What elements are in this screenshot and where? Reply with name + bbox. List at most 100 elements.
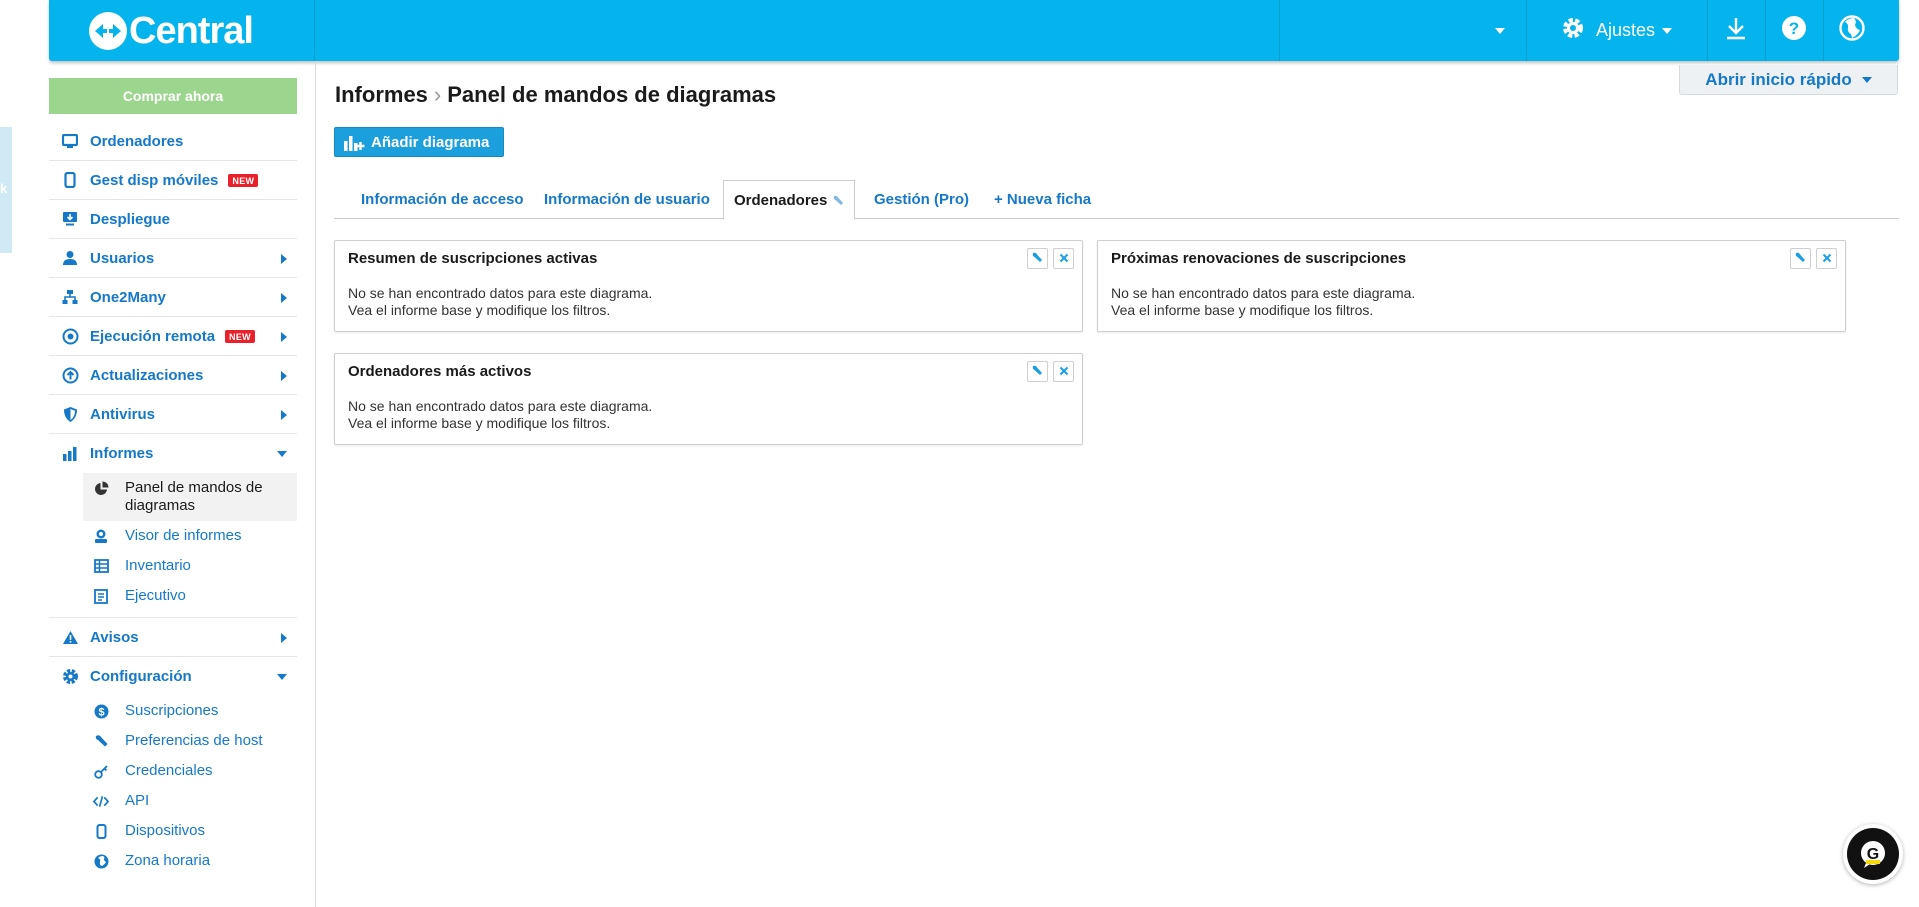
- language-button[interactable]: [1825, 0, 1879, 61]
- sidebar-subitem-api[interactable]: API: [49, 786, 297, 816]
- sidebar-subitem-label: Preferencias de host: [125, 732, 263, 749]
- add-chart-icon: [343, 133, 365, 151]
- svg-text:?: ?: [1789, 19, 1799, 38]
- sidebar-item-actualizaciones[interactable]: Actualizaciones: [49, 356, 297, 395]
- code-icon: [93, 793, 109, 809]
- chart-card-title: Resumen de suscripciones activas: [348, 250, 598, 267]
- sidebar-nav: Ordenadores Gest disp móviles NEW Despli…: [49, 122, 297, 882]
- remove-chart-button[interactable]: [1053, 361, 1074, 382]
- sidebar-subitem-label: Credenciales: [125, 762, 213, 779]
- device-icon: [93, 823, 109, 839]
- sidebar-item-label: Ejecución remota: [90, 327, 216, 345]
- chevron-down-icon: [1494, 22, 1506, 40]
- logo-text: Central: [129, 9, 254, 52]
- breadcrumb-separator: ›: [433, 82, 442, 107]
- sidebar-item-label: Despliegue: [90, 210, 171, 228]
- sidebar-subitem-inventario[interactable]: Inventario: [49, 551, 297, 581]
- help-button[interactable]: ?: [1767, 0, 1821, 61]
- sidebar-subitem-label: Inventario: [125, 557, 191, 574]
- quick-start-label: Abrir inicio rápido: [1705, 69, 1852, 89]
- breadcrumb-parent[interactable]: Informes: [335, 82, 428, 107]
- chart-card-tools: [1027, 361, 1074, 382]
- edit-chart-button[interactable]: [1790, 248, 1811, 269]
- sidebar-item-remote-exec[interactable]: Ejecución remota NEW: [49, 317, 297, 356]
- sidebar-divider: [315, 61, 316, 907]
- tab-label: Información de usuario: [544, 191, 710, 208]
- side-collapse-tab[interactable]: k: [0, 127, 12, 253]
- sidebar-item-one2many[interactable]: One2Many: [49, 278, 297, 317]
- gear-icon: [1560, 15, 1586, 46]
- sidebar-item-label: Antivirus: [90, 405, 156, 423]
- download-button[interactable]: [1709, 0, 1763, 61]
- tab-user-info[interactable]: Información de usuario: [534, 180, 720, 219]
- topbar-divider: [314, 0, 315, 61]
- tab-new[interactable]: + Nueva ficha: [984, 180, 1101, 219]
- wrench-icon: [1032, 363, 1043, 381]
- update-icon: [61, 366, 79, 384]
- tab-label: Información de acceso: [361, 191, 524, 208]
- page-title: Panel de mandos de diagramas: [447, 82, 777, 107]
- sidebar-subitem-label: API: [125, 792, 150, 809]
- edit-chart-button[interactable]: [1027, 361, 1048, 382]
- chat-icon: G: [1847, 828, 1899, 880]
- tab-access-info[interactable]: Información de acceso: [351, 180, 534, 219]
- quick-start-button[interactable]: Abrir inicio rápido: [1679, 65, 1898, 95]
- sidebar-subitem-host-preferences[interactable]: Preferencias de host: [49, 726, 297, 756]
- sidebar-subitem-label: Ejecutivo: [125, 587, 186, 604]
- chevron-down-icon: [1661, 22, 1673, 40]
- sidebar-item-avisos[interactable]: Avisos: [49, 618, 297, 657]
- add-chart-button[interactable]: Añadir diagrama: [334, 127, 504, 157]
- chart-card-tools: [1027, 248, 1074, 269]
- chat-letter: G: [1867, 846, 1879, 863]
- remove-chart-button[interactable]: [1053, 248, 1074, 269]
- chart-card-title: Próximas renovaciones de suscripciones: [1111, 250, 1407, 267]
- sidebar-item-despliegue[interactable]: Despliegue: [49, 200, 297, 239]
- buy-now-button[interactable]: Comprar ahora: [49, 78, 297, 114]
- chat-widget-button[interactable]: G: [1843, 824, 1903, 884]
- sidebar-subitem-label: Visor de informes: [125, 527, 242, 544]
- sidebar-subitem-ejecutivo[interactable]: Ejecutivo: [49, 581, 297, 611]
- wrench-icon: [93, 733, 109, 749]
- chart-card-title: Ordenadores más activos: [348, 363, 532, 380]
- user-icon: [61, 249, 79, 267]
- configuracion-submenu: $ Suscripciones Preferencias de host Cre…: [49, 696, 297, 882]
- sidebar-item-mobile[interactable]: Gest disp móviles NEW: [49, 161, 297, 200]
- sidebar-subitem-report-viewer[interactable]: Visor de informes: [49, 521, 297, 551]
- sidebar-subitem-chart-dashboard[interactable]: Panel de mandos de diagramas: [83, 473, 297, 521]
- edit-chart-button[interactable]: [1027, 248, 1048, 269]
- bar-chart-icon: [61, 445, 79, 463]
- sidebar-item-label: Informes: [90, 445, 154, 462]
- sidebar-item-antivirus[interactable]: Antivirus: [49, 395, 297, 434]
- no-data-message: No se han encontrado datos para este dia…: [1111, 285, 1416, 301]
- chevron-right-icon: [281, 633, 287, 643]
- app-logo[interactable]: Central: [89, 9, 254, 53]
- sidebar-subitem-credenciales[interactable]: Credenciales: [49, 756, 297, 786]
- remove-chart-button[interactable]: [1816, 248, 1837, 269]
- tab-ordenadores[interactable]: Ordenadores: [723, 180, 856, 220]
- chevron-right-icon: [281, 254, 287, 264]
- pie-chart-icon: [93, 480, 109, 496]
- sidebar-subitem-label: Panel de mandos de diagramas: [125, 479, 263, 514]
- no-data-message: No se han encontrado datos para este dia…: [348, 285, 653, 301]
- sidebar-item-informes[interactable]: Informes: [49, 434, 297, 473]
- wrench-icon[interactable]: [833, 195, 844, 206]
- topbar-dropdown-button[interactable]: [1489, 0, 1511, 61]
- sidebar-item-usuarios[interactable]: Usuarios: [49, 239, 297, 278]
- sidebar-subitem-suscripciones[interactable]: $ Suscripciones: [49, 696, 297, 726]
- sidebar-subitem-timezone[interactable]: Zona horaria: [49, 846, 297, 876]
- breadcrumb: Informes › Panel de mandos de diagramas: [335, 82, 776, 108]
- sidebar-subitem-dispositivos[interactable]: Dispositivos: [49, 816, 297, 846]
- tab-gestion-pro[interactable]: Gestión (Pro): [864, 180, 979, 219]
- wrench-icon: [1795, 250, 1806, 268]
- tab-label: + Nueva ficha: [994, 191, 1092, 208]
- sidebar-item-label: Actualizaciones: [90, 366, 204, 384]
- gear-icon: [61, 668, 79, 686]
- filter-hint-message: Vea el informe base y modifique los filt…: [1111, 302, 1374, 318]
- sidebar-item-label: One2Many: [90, 288, 166, 306]
- sidebar-item-configuracion[interactable]: Configuración: [49, 657, 297, 696]
- sidebar-item-ordenadores[interactable]: Ordenadores: [49, 122, 297, 161]
- sidebar-item-label: Gest disp móviles: [90, 171, 219, 189]
- side-collapse-label: k: [0, 181, 8, 196]
- settings-menu-button[interactable]: Ajustes: [1539, 0, 1694, 61]
- close-icon: [1059, 250, 1069, 268]
